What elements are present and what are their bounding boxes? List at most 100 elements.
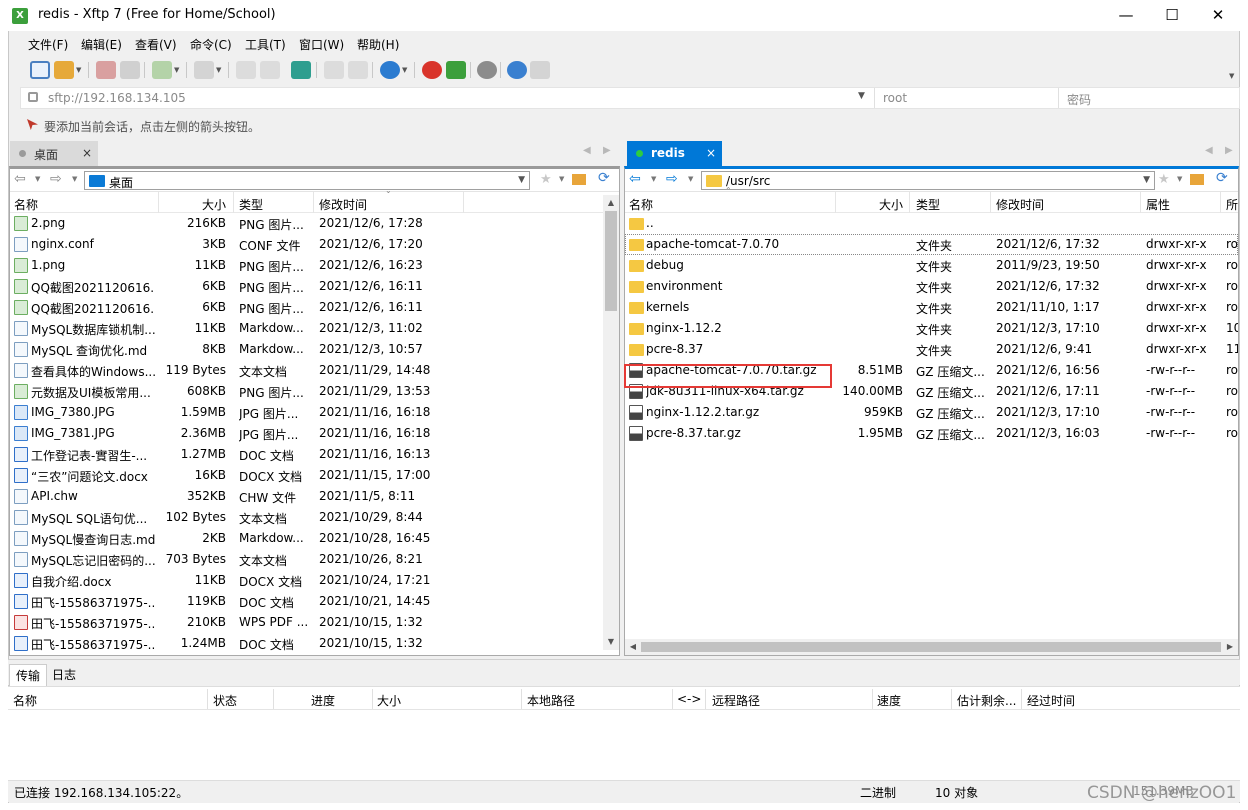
- bookmark-dropdown-icon[interactable]: ▼: [1177, 175, 1182, 183]
- table-row[interactable]: pcre-8.37.tar.gz 1.95MB GZ 压缩文... 2021/12/3…: [625, 423, 1238, 444]
- tab-next-icon[interactable]: ▶: [1225, 145, 1233, 156]
- path-dropdown-icon[interactable]: ▼: [518, 175, 525, 185]
- scroll-thumb[interactable]: [641, 642, 1221, 652]
- table-row[interactable]: nginx.conf 3KB CONF 文件 2021/12/6, 17:20: [10, 234, 604, 255]
- table-row[interactable]: MySQL 查询优化.md 8KB Markdow... 2021/12/3, 10:…: [10, 339, 604, 360]
- menu-command[interactable]: 命令(C): [190, 36, 232, 53]
- col-elapsed[interactable]: 经过时间: [1027, 692, 1075, 709]
- column-divider[interactable]: [1140, 192, 1141, 213]
- column-divider[interactable]: [273, 689, 274, 709]
- col-attributes[interactable]: 属性: [1146, 196, 1170, 213]
- xshell-icon[interactable]: [422, 61, 442, 79]
- column-divider[interactable]: [990, 192, 991, 213]
- column-divider[interactable]: [835, 192, 836, 213]
- col-speed[interactable]: 速度: [877, 692, 901, 709]
- column-divider[interactable]: [951, 689, 952, 709]
- table-row[interactable]: 2.png 216KB PNG 图片... 2021/12/6, 17:28: [10, 213, 604, 234]
- menu-tools[interactable]: 工具(T): [245, 36, 286, 53]
- table-row[interactable]: environment 文件夹 2021/12/6, 17:32 drwxr-xr-x…: [625, 276, 1238, 297]
- table-row[interactable]: 自我介绍.docx 11KB DOCX 文档 2021/10/24, 17:21: [10, 570, 604, 591]
- compare-icon[interactable]: [324, 61, 344, 79]
- column-divider[interactable]: [672, 689, 673, 709]
- scroll-right-icon[interactable]: ▶: [1222, 639, 1238, 655]
- table-row[interactable]: MySQL慢查询日志.md 2KB Markdow... 2021/10/28, 16…: [10, 528, 604, 549]
- menu-file[interactable]: 文件(F): [28, 36, 68, 53]
- col-owner[interactable]: 所: [1226, 196, 1238, 213]
- menu-view[interactable]: 查看(V): [135, 36, 177, 53]
- new-file-icon[interactable]: [152, 61, 172, 79]
- col-status[interactable]: 状态: [213, 692, 237, 709]
- column-divider[interactable]: [158, 192, 159, 213]
- bookmark-icon[interactable]: ★: [540, 172, 552, 187]
- scroll-thumb[interactable]: [605, 211, 617, 311]
- help-icon[interactable]: [507, 61, 527, 79]
- col-name[interactable]: 名称: [629, 196, 653, 213]
- column-divider[interactable]: [1021, 689, 1022, 709]
- chat-icon[interactable]: [530, 61, 550, 79]
- col-modified[interactable]: 修改时间: [319, 196, 367, 213]
- col-progress[interactable]: 进度: [311, 692, 335, 709]
- table-row[interactable]: ..: [625, 213, 1238, 234]
- gear-icon[interactable]: [477, 61, 497, 79]
- copy-icon[interactable]: [236, 61, 256, 79]
- tab-next-icon[interactable]: ▶: [603, 145, 611, 156]
- toolbar-more-icon[interactable]: ▼: [1229, 72, 1234, 80]
- scroll-left-icon[interactable]: ◀: [625, 639, 641, 655]
- menu-help[interactable]: 帮助(H): [357, 36, 399, 53]
- col-size[interactable]: 大小: [879, 196, 903, 213]
- back-icon[interactable]: ⇦: [629, 171, 641, 187]
- table-row[interactable]: nginx-1.12.2 文件夹 2021/12/3, 17:10 drwxr-xr-…: [625, 318, 1238, 339]
- refresh-icon[interactable]: ⟳: [1216, 170, 1228, 186]
- col-type[interactable]: 类型: [916, 196, 940, 213]
- table-row[interactable]: QQ截图2021120616... 6KB PNG 图片... 2021/12/6, …: [10, 297, 604, 318]
- column-divider[interactable]: [463, 192, 464, 213]
- view-dropdown-icon[interactable]: ▼: [216, 66, 221, 74]
- table-row[interactable]: QQ截图2021120616... 6KB PNG 图片... 2021/12/6, …: [10, 276, 604, 297]
- properties-icon[interactable]: [348, 61, 368, 79]
- table-row[interactable]: debug 文件夹 2011/9/23, 19:50 drwxr-xr-x ro: [625, 255, 1238, 276]
- forward-icon[interactable]: ⇨: [50, 171, 62, 187]
- forward-dropdown-icon[interactable]: ▼: [688, 175, 693, 183]
- local-scrollbar[interactable]: ▲ ▼: [603, 195, 619, 650]
- table-row[interactable]: IMG_7381.JPG 2.36MB JPG 图片... 2021/11/16, 1…: [10, 423, 604, 444]
- password-field[interactable]: 密码: [1058, 88, 1238, 108]
- table-row[interactable]: 田飞-15586371975-... 1.24MB DOC 文档 2021/10/15…: [10, 633, 604, 654]
- col-name[interactable]: 名称: [14, 196, 38, 213]
- disconnect-icon[interactable]: [120, 61, 140, 79]
- close-button[interactable]: ✕: [1195, 0, 1241, 31]
- close-tab-icon[interactable]: ×: [706, 146, 716, 160]
- table-row[interactable]: kernels 文件夹 2021/11/10, 1:17 drwxr-xr-x ro: [625, 297, 1238, 318]
- menu-edit[interactable]: 编辑(E): [81, 36, 122, 53]
- column-divider[interactable]: [872, 689, 873, 709]
- table-row[interactable]: IMG_7380.JPG 1.59MB JPG 图片... 2021/11/16, 1…: [10, 402, 604, 423]
- column-divider[interactable]: [207, 689, 208, 709]
- table-row[interactable]: 工作登记表-實習生-... 1.27MB DOC 文档 2021/11/16, 16:…: [10, 444, 604, 465]
- table-row[interactable]: apache-tomcat-7.0.70 文件夹 2021/12/6, 17:32 d…: [625, 234, 1238, 255]
- table-row[interactable]: API.chw 352KB CHW 文件 2021/11/5, 8:11: [10, 486, 604, 507]
- tab-prev-icon[interactable]: ◀: [583, 145, 591, 156]
- col-transfer-name[interactable]: 名称: [13, 692, 37, 709]
- column-divider[interactable]: [521, 689, 522, 709]
- minimize-button[interactable]: —: [1103, 0, 1149, 31]
- xftp-icon[interactable]: [446, 61, 466, 79]
- column-divider[interactable]: [909, 192, 910, 213]
- scroll-up-icon[interactable]: ▲: [603, 195, 619, 211]
- back-dropdown-icon[interactable]: ▼: [35, 175, 40, 183]
- address-dropdown-icon[interactable]: ▼: [858, 91, 865, 101]
- tab-redis[interactable]: redis ×: [627, 141, 722, 166]
- view-icon[interactable]: [194, 61, 214, 79]
- col-type[interactable]: 类型: [239, 196, 263, 213]
- menu-window[interactable]: 窗口(W): [299, 36, 344, 53]
- col-modified[interactable]: 修改时间: [996, 196, 1044, 213]
- table-row[interactable]: 查看具体的Windows... 119 Bytes 文本文档 2021/11/29, …: [10, 360, 604, 381]
- close-tab-icon[interactable]: ×: [82, 146, 92, 160]
- paste-icon[interactable]: [260, 61, 280, 79]
- local-path-input[interactable]: 桌面 ▼: [84, 171, 530, 190]
- table-row[interactable]: 元数据及UI模板常用... 608KB PNG 图片... 2021/11/29, 1…: [10, 381, 604, 402]
- table-row[interactable]: 1.png 11KB PNG 图片... 2021/12/6, 16:23: [10, 255, 604, 276]
- new-session-icon[interactable]: [30, 61, 50, 79]
- sync-icon[interactable]: [291, 61, 311, 79]
- globe-dropdown-icon[interactable]: ▼: [402, 66, 407, 74]
- column-divider[interactable]: [313, 192, 314, 213]
- forward-icon[interactable]: ⇨: [666, 171, 678, 187]
